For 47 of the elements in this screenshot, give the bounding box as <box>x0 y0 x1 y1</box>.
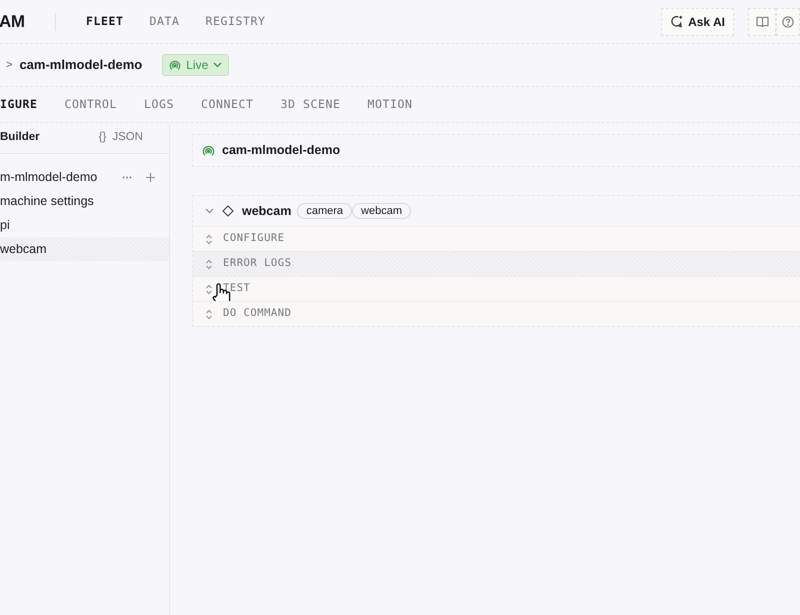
machine-card-title: cam-mlmodel-demo <box>222 142 340 160</box>
chat-sparkle-icon <box>670 15 684 28</box>
tab[interactable]: LOGS <box>144 96 174 114</box>
tag: camera <box>297 203 352 219</box>
section-label: TEST <box>223 281 250 296</box>
help-icon <box>782 16 794 28</box>
more-icon[interactable] <box>122 176 132 178</box>
ask-ai-button[interactable]: Ask AI <box>661 8 734 36</box>
nav-tab[interactable]: FLEET <box>86 12 124 30</box>
nav-tab[interactable]: DATA <box>150 12 180 30</box>
expand-icon <box>205 234 213 244</box>
docs-button[interactable] <box>748 8 776 36</box>
tree-item[interactable]: machine settings <box>0 189 169 213</box>
help-button[interactable] <box>776 8 800 36</box>
tree-item[interactable]: webcam <box>0 237 169 261</box>
tag: webcam <box>352 203 411 219</box>
expand-icon <box>205 284 213 294</box>
tab[interactable]: 3D SCENE <box>280 96 340 114</box>
expand-icon <box>205 258 213 270</box>
section-row[interactable]: DO COMMAND <box>193 301 800 326</box>
view-mode-tab[interactable]: Builder <box>0 129 40 147</box>
view-mode-tab[interactable]: {} JSON <box>98 129 143 147</box>
nav-tab[interactable]: REGISTRY <box>206 12 266 30</box>
machine-name[interactable]: cam-mlmodel-demo <box>19 55 142 75</box>
section-label: DO COMMAND <box>223 306 292 322</box>
component-name: webcam <box>242 202 292 220</box>
tab[interactable]: MOTION <box>368 96 412 114</box>
breadcrumb-separator: > <box>6 58 12 73</box>
book-icon <box>756 16 768 27</box>
signal-icon <box>169 59 182 71</box>
section-row[interactable]: ERROR LOGS <box>193 251 800 276</box>
tree-item[interactable]: pi <box>0 213 169 237</box>
caret-icon <box>213 62 222 68</box>
status-dropdown[interactable]: Live <box>162 54 230 76</box>
section-label: ERROR LOGS <box>223 256 292 272</box>
section-row[interactable]: CONFIGURE <box>193 226 800 251</box>
tree-item[interactable]: m-mlmodel-demo <box>0 165 169 189</box>
section-label: CONFIGURE <box>223 231 285 246</box>
chevron-icon[interactable] <box>205 208 214 214</box>
tab[interactable]: CONTROL <box>64 96 117 114</box>
signal-icon <box>202 144 215 157</box>
section-row[interactable]: TEST <box>193 276 800 301</box>
diamond-icon <box>222 205 234 217</box>
add-icon[interactable] <box>146 172 155 182</box>
tab[interactable]: IGURE <box>0 96 38 114</box>
expand-icon <box>205 308 213 320</box>
tab[interactable]: CONNECT <box>201 96 254 114</box>
